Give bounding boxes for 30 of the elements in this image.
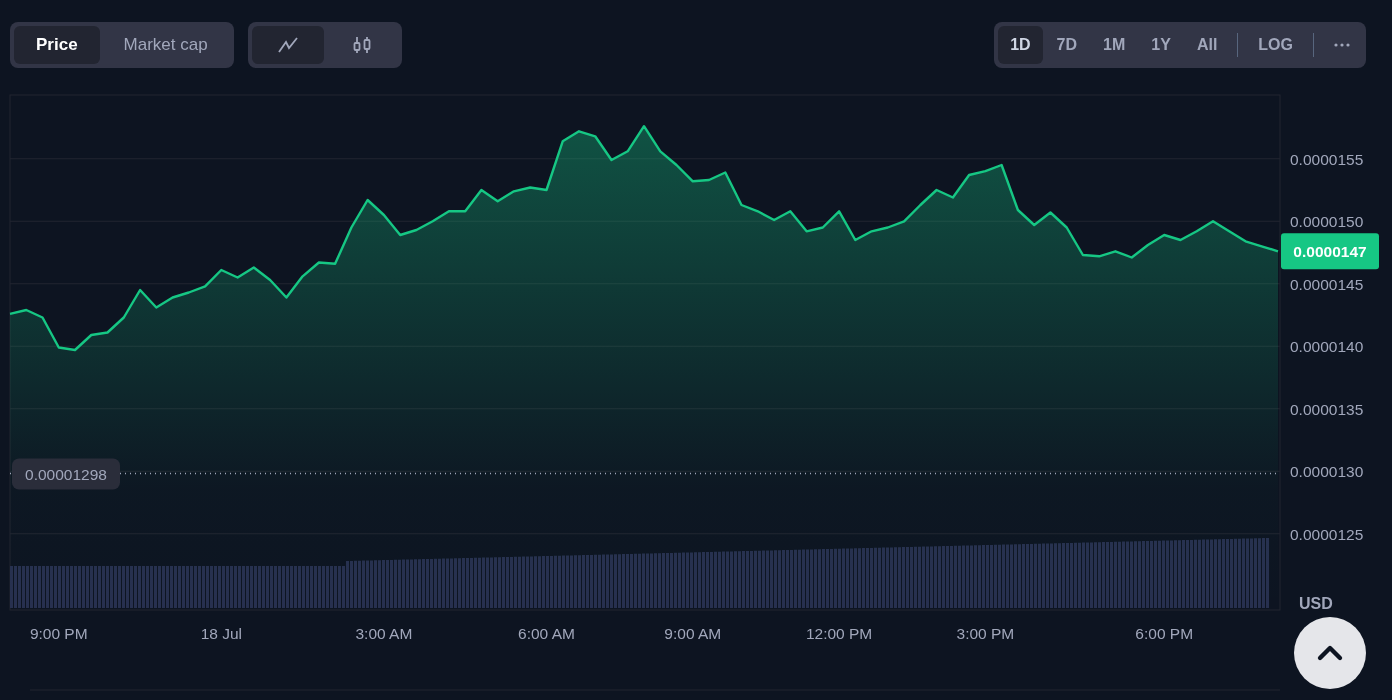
x-axis-label: 9:00 AM	[664, 625, 722, 642]
range-tab[interactable]: 1D	[998, 26, 1043, 64]
ellipsis-icon	[1334, 43, 1350, 47]
y-axis-label: 0.0000145	[1290, 275, 1364, 293]
x-axis-label: 12:00 PM	[805, 625, 873, 642]
range-tab[interactable]: 7D	[1044, 26, 1090, 64]
chart-type-tab[interactable]	[251, 26, 324, 64]
y-axis-label: 0.0000135	[1290, 400, 1364, 418]
y-axis-label: 0.0000155	[1290, 150, 1364, 168]
candlestick-icon	[351, 35, 372, 55]
range-tab[interactable]: 1Y	[1139, 26, 1183, 64]
x-axis-label: 9:00 PM	[29, 625, 88, 642]
line-chart-icon	[277, 37, 298, 53]
x-axis-label: 18 Jul	[200, 625, 242, 642]
current-price-value: 0.0000147	[1293, 243, 1367, 261]
x-axis-label: 3:00 AM	[355, 625, 413, 642]
x-axis-label: 6:00 PM	[1135, 625, 1194, 642]
metric-tab[interactable]: Price	[14, 26, 100, 64]
range-tab[interactable]: 1M	[1091, 26, 1138, 64]
currency-label: USD	[1299, 595, 1333, 612]
range-tab[interactable]: All	[1184, 26, 1230, 64]
y-axis-label: 0.0000130	[1290, 463, 1364, 481]
low-price-value: 0.00001298	[25, 465, 107, 483]
y-axis-label: 0.0000150	[1290, 213, 1364, 231]
log-scale-button[interactable]: LOG	[1246, 26, 1305, 64]
x-axis-label: 6:00 AM	[518, 625, 575, 642]
x-axis-label: 3:00 PM	[956, 625, 1015, 642]
y-axis-label: 0.0000125	[1290, 525, 1364, 543]
y-axis-label: 0.0000140	[1290, 338, 1364, 356]
metric-tab[interactable]: Market cap	[101, 26, 230, 64]
